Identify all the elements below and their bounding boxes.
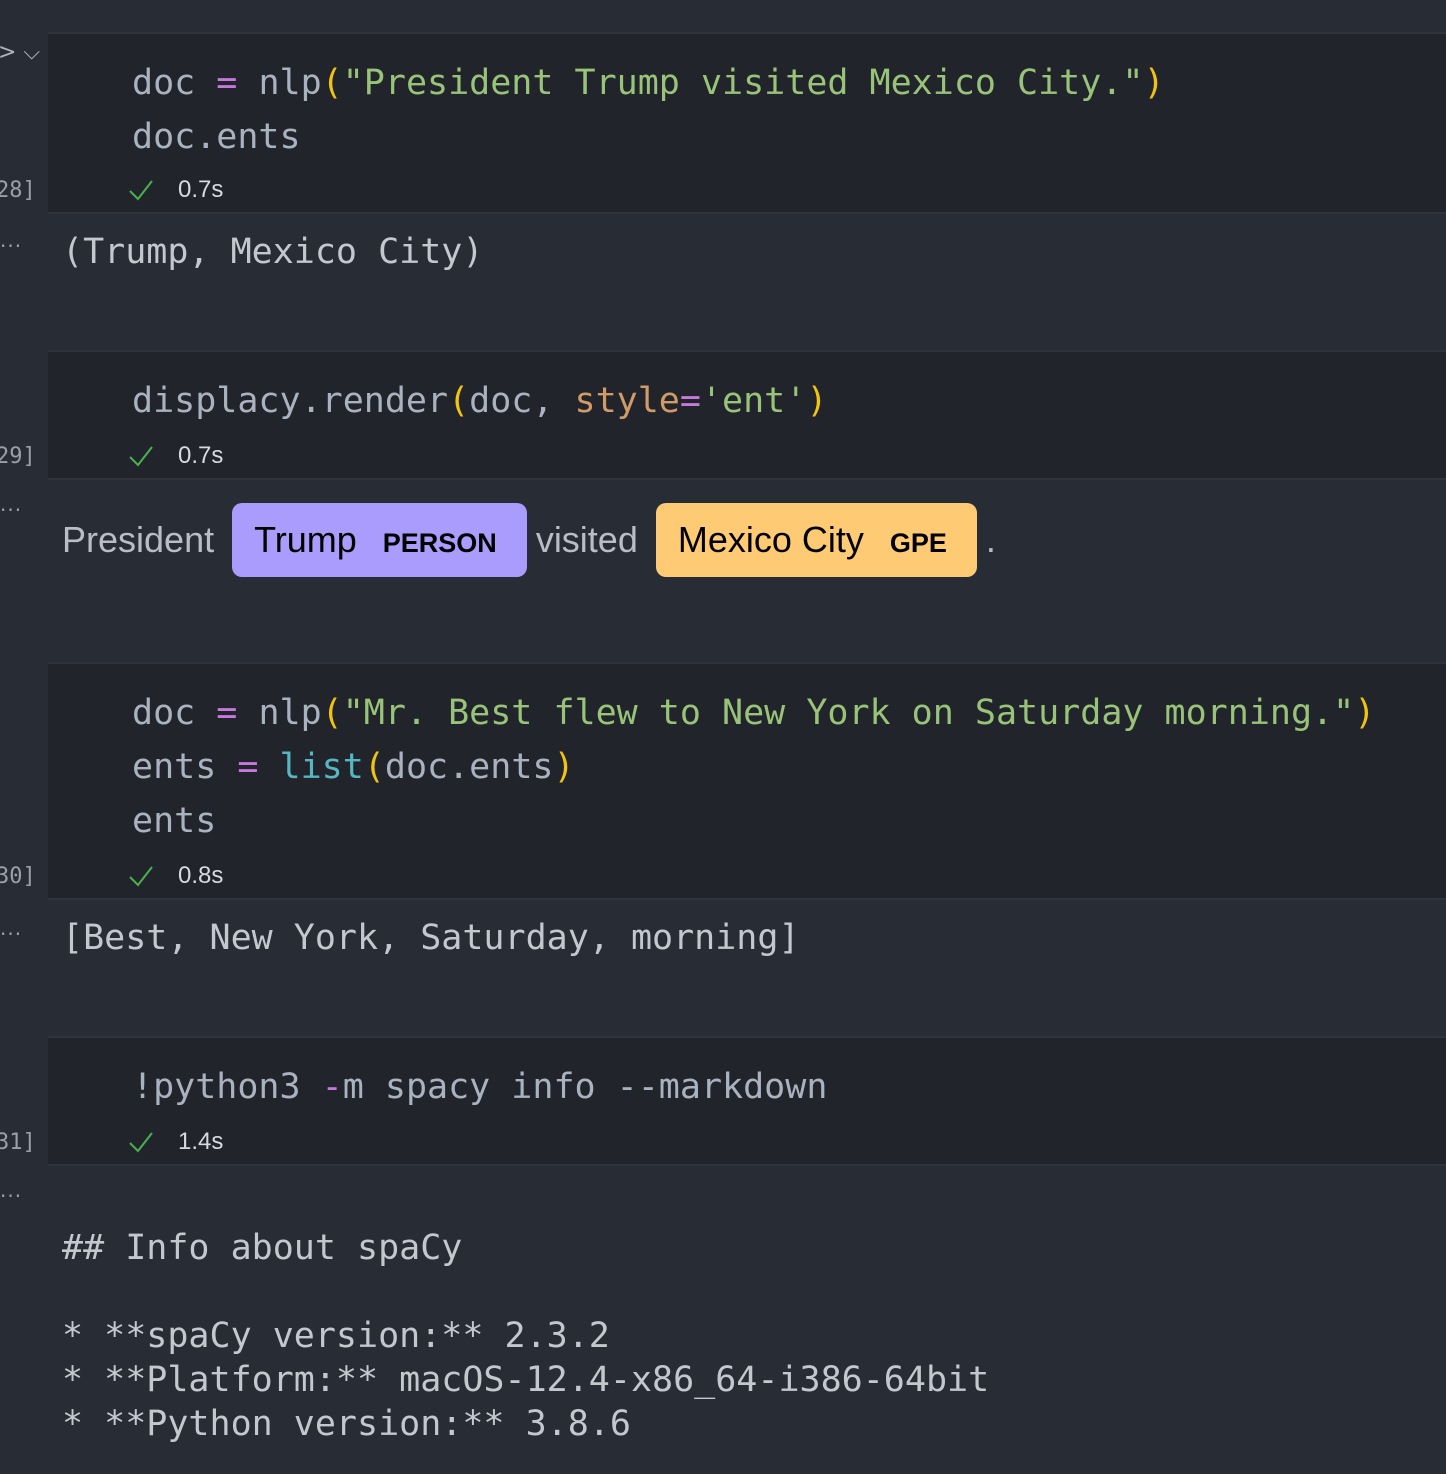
- displacy-entity-render: President Trump PERSON visited Mexico Ci…: [62, 502, 996, 578]
- token: doc.ents: [384, 747, 554, 787]
- token: -: [321, 1067, 343, 1107]
- entity-label: PERSON: [382, 527, 497, 558]
- token: "Mr. Best flew to New York on Saturday m…: [342, 693, 1355, 733]
- token: =: [195, 693, 259, 733]
- execution-count: 29]: [0, 444, 36, 469]
- cell-status: 0.8s: [128, 862, 223, 890]
- token: ): [1143, 63, 1165, 103]
- cell-status: 0.7s: [128, 176, 223, 204]
- token: list: [279, 747, 364, 787]
- check-icon: [129, 866, 153, 887]
- entity-label: GPE: [889, 527, 947, 558]
- check-icon: [129, 180, 153, 201]
- cell-output: [Best, New York, Saturday, morning]: [62, 918, 800, 958]
- code-line[interactable]: ents = list(doc.ents): [132, 740, 575, 794]
- check-icon: [129, 1132, 153, 1153]
- code-line[interactable]: displacy.render(doc, style='ent'): [132, 374, 827, 428]
- code-cell-29[interactable]: displacy.render(doc, style='ent') 0.7s: [48, 350, 1446, 480]
- token: (: [321, 63, 343, 103]
- token: =: [679, 381, 701, 421]
- code-cell-30[interactable]: doc = nlp("Mr. Best flew to New York on …: [48, 662, 1446, 900]
- token: style: [574, 381, 680, 421]
- plain-text: visited: [535, 519, 638, 560]
- exec-time: 0.7s: [178, 176, 224, 203]
- token: (: [363, 747, 385, 787]
- token: nlp: [258, 63, 322, 103]
- markdown-output-line: * **spaCy version:** 2.3.2: [62, 1316, 610, 1356]
- output-more-icon[interactable]: ···: [0, 234, 22, 258]
- token: m spacy info --markdown: [342, 1067, 828, 1107]
- token: doc: [132, 63, 196, 103]
- token: nlp: [258, 693, 322, 733]
- entity-text: Mexico City: [677, 519, 864, 560]
- output-more-icon[interactable]: ···: [0, 1184, 22, 1208]
- cell-status: 1.4s: [128, 1128, 223, 1156]
- code-cell-31[interactable]: !python3 -m spacy info --markdown 1.4s: [48, 1036, 1446, 1166]
- token: !python3: [132, 1067, 322, 1107]
- markdown-output-heading: ## Info about spaCy: [62, 1228, 463, 1268]
- token: doc: [132, 693, 196, 733]
- token: (: [448, 381, 470, 421]
- cell-status: 0.7s: [128, 442, 223, 470]
- token: ): [553, 747, 575, 787]
- markdown-output-line: * **Platform:** macOS-12.4-x86_64-i386-6…: [62, 1360, 990, 1400]
- plain-text: .: [985, 519, 996, 560]
- check-icon: [129, 446, 153, 467]
- token: doc,: [469, 381, 575, 421]
- notebook-view: > ⌵ doc = nlp("President Trump visited M…: [0, 0, 1446, 1474]
- exec-time: 0.8s: [178, 862, 224, 889]
- markdown-output-line: * **Python version:** 3.8.6: [62, 1404, 631, 1444]
- token: =: [216, 747, 280, 787]
- code-cell-28[interactable]: doc = nlp("President Trump visited Mexic…: [48, 32, 1446, 214]
- output-more-icon[interactable]: ···: [0, 498, 22, 522]
- code-line[interactable]: doc = nlp("Mr. Best flew to New York on …: [132, 686, 1375, 740]
- entity-person: Trump PERSON: [232, 503, 527, 577]
- output-more-icon[interactable]: ···: [0, 922, 22, 946]
- code-line[interactable]: ents: [132, 794, 216, 848]
- token: ): [1354, 693, 1376, 733]
- execution-count: 30]: [0, 864, 36, 889]
- cell-collapse-chevron-icon[interactable]: > ⌵: [0, 40, 40, 65]
- token: =: [195, 63, 259, 103]
- entity-gpe: Mexico City GPE: [655, 503, 977, 577]
- token: "President Trump visited Mexico City.": [342, 63, 1144, 103]
- token: ): [806, 381, 828, 421]
- token: displacy.render: [132, 381, 449, 421]
- execution-count: 28]: [0, 178, 36, 203]
- exec-time: 1.4s: [178, 1128, 224, 1155]
- code-line[interactable]: !python3 -m spacy info --markdown: [132, 1060, 827, 1114]
- token: (: [321, 693, 343, 733]
- execution-count: 31]: [0, 1130, 36, 1155]
- token: 'ent': [700, 381, 807, 421]
- code-line[interactable]: doc.ents: [132, 110, 301, 164]
- entity-text: Trump: [254, 519, 357, 560]
- cell-output: (Trump, Mexico City): [62, 232, 484, 272]
- code-line[interactable]: doc = nlp("President Trump visited Mexic…: [132, 56, 1165, 110]
- plain-text: President: [62, 519, 215, 560]
- exec-time: 0.7s: [178, 442, 224, 469]
- token: ents: [132, 747, 217, 787]
